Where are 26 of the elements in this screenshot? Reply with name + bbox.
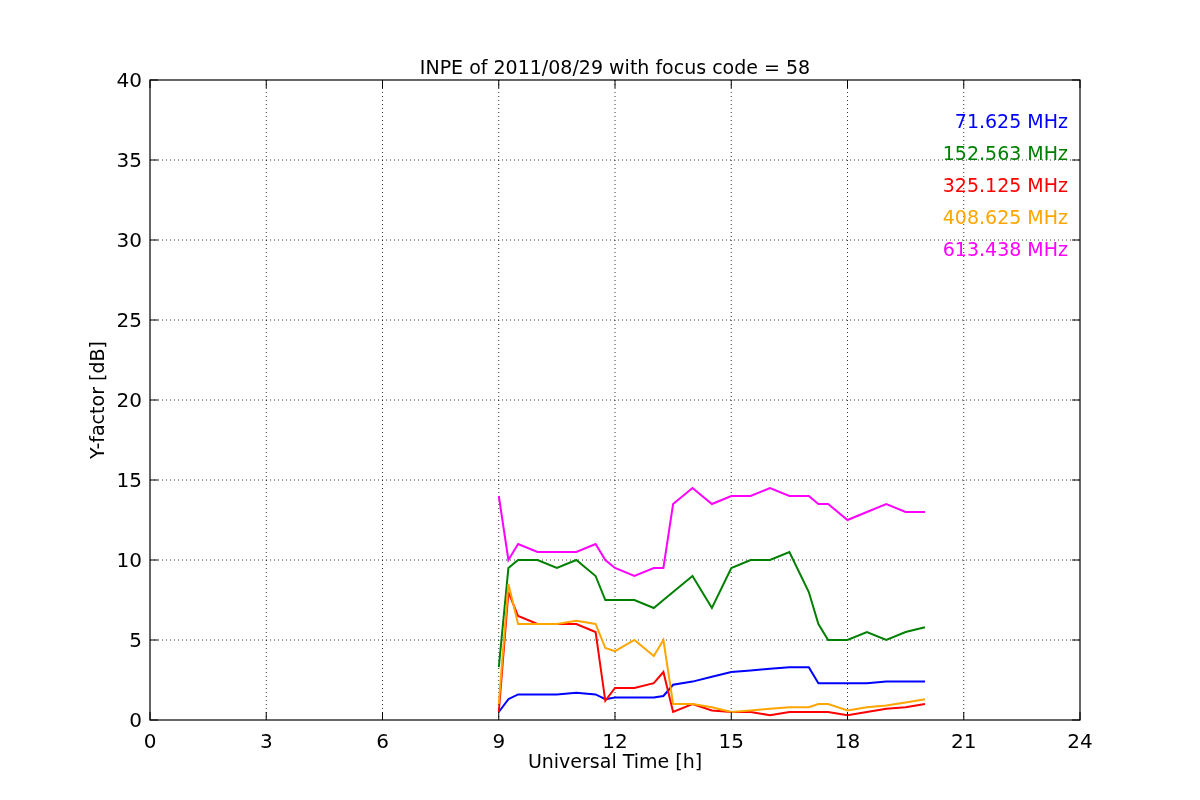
tick-label: 40	[116, 68, 142, 92]
tick-label: 10	[116, 548, 142, 572]
tick-label: 18	[834, 729, 861, 753]
tick-label: 15	[718, 729, 744, 753]
legend-label: 71.625 MHz	[954, 110, 1068, 132]
tick-label: 25	[116, 308, 142, 332]
chart-title: INPE of 2011/08/29 with focus code = 58	[419, 56, 811, 78]
axis-label: Universal Time [h]	[527, 750, 703, 772]
legend-label: 325.125 MHz	[942, 174, 1068, 196]
tick-label: 21	[951, 729, 977, 753]
tick-label: 5	[129, 628, 142, 652]
tick-label: 9	[492, 729, 506, 753]
tick-label: 24	[1067, 729, 1093, 753]
axis-label: Y-factor [dB]	[86, 341, 108, 459]
tick-label: 0	[143, 729, 157, 753]
tick-label: 12	[602, 729, 628, 753]
tick-label: 15	[116, 468, 142, 492]
legend-label: 613.438 MHz	[942, 238, 1068, 260]
tick-label: 30	[116, 228, 142, 252]
tick-label: 0	[129, 708, 142, 732]
tick-label: 35	[116, 148, 142, 172]
legend-label: 408.625 MHz	[942, 206, 1068, 228]
legend-label: 152.563 MHz	[942, 142, 1068, 164]
tick-label: 3	[259, 729, 273, 753]
tick-label: 20	[116, 388, 142, 412]
tick-label: 6	[376, 729, 389, 753]
